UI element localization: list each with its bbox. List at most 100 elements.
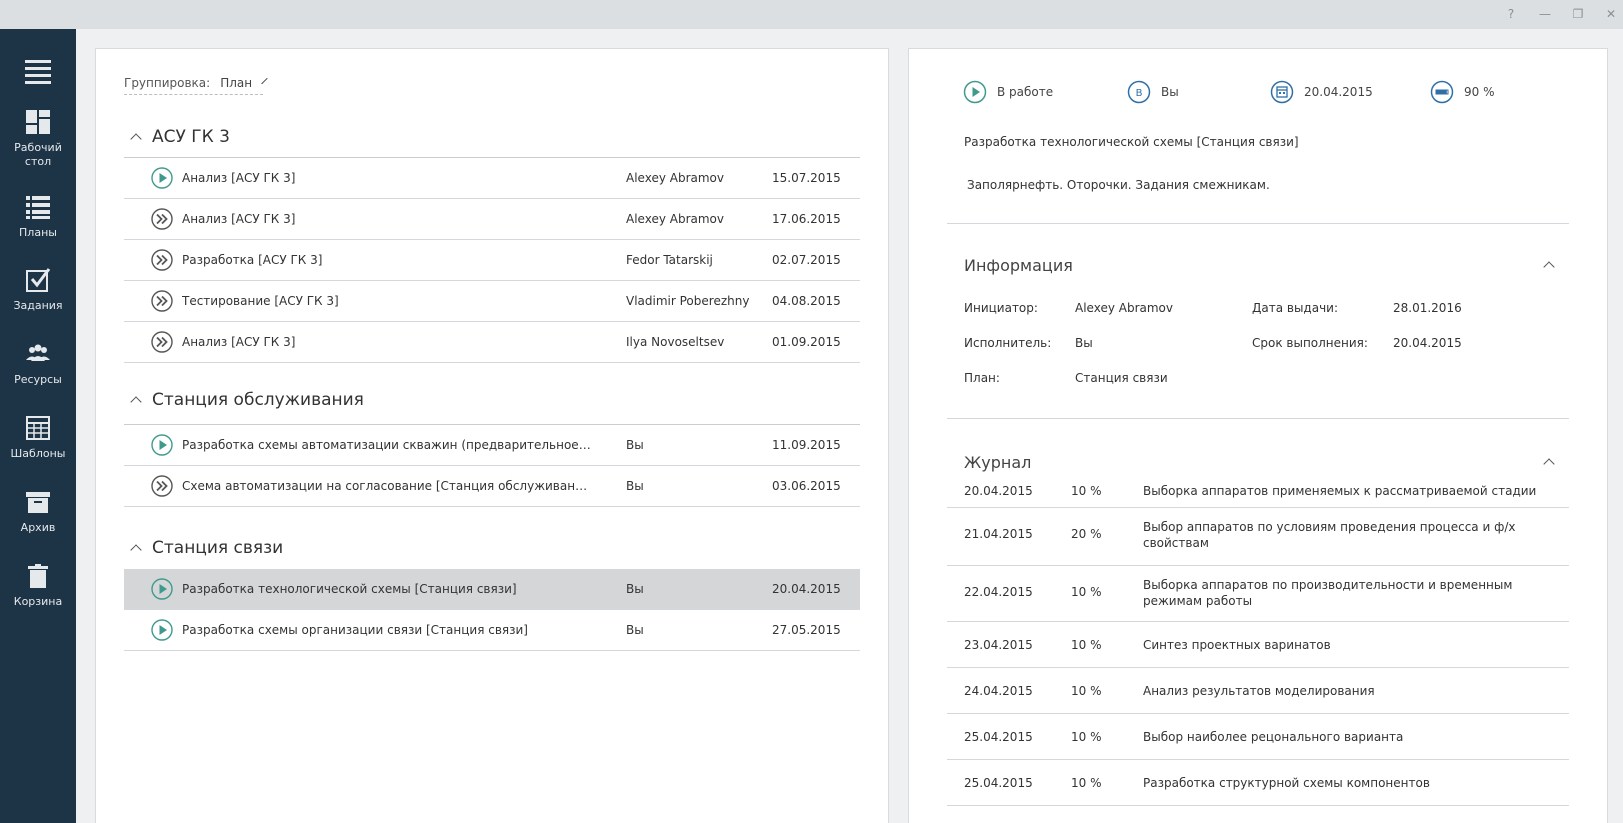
group-header[interactable]: Станция связи <box>124 528 860 568</box>
task-row[interactable]: Схема автоматизации на согласование [Ста… <box>124 466 860 507</box>
people-icon <box>26 344 50 361</box>
journal-text: Выборка аппаратов по производительности … <box>1143 578 1513 608</box>
journal-date: 22.04.2015 <box>964 585 1033 599</box>
issued-label: Дата выдачи: <box>1252 301 1339 315</box>
task-row[interactable]: Анализ [АСУ ГК 3] Ilya Novoseltsev 01.09.2… <box>124 322 860 363</box>
help-icon[interactable]: ? <box>1502 6 1520 22</box>
task-user: Fedor Tatarskij <box>626 253 713 267</box>
plan-label: План: <box>964 371 1000 385</box>
executor-value: Вы <box>1075 336 1093 350</box>
journal-text: Разработка структурной схемы компонентов <box>1143 776 1430 790</box>
journal-text: Выбор аппаратов по условиям проведения п… <box>1143 520 1516 550</box>
task-date: 15.07.2015 <box>772 171 841 185</box>
journal-section-title: Журнал <box>964 453 1032 472</box>
task-user: Vladimir Poberezhny <box>626 294 750 308</box>
journal-percent: 10 % <box>1071 730 1102 744</box>
sidebar-item-label: Задания <box>13 299 63 312</box>
task-date: 03.06.2015 <box>772 479 841 493</box>
deadline-label: Срок выполнения: <box>1252 336 1368 350</box>
task-name: Разработка схемы автоматизации скважин (… <box>182 438 592 452</box>
sidebar-item-label: Рабочий стол <box>14 141 62 168</box>
maximize-icon[interactable]: ❐ <box>1569 6 1587 22</box>
task-user: Вы <box>626 582 644 596</box>
journal-date: 23.04.2015 <box>964 638 1033 652</box>
sidebar-item-label: Корзина <box>13 595 63 608</box>
sidebar-item-templates[interactable]: Шаблоны <box>0 415 76 461</box>
task-check-icon <box>26 268 51 292</box>
task-user: Вы <box>626 438 644 452</box>
task-user: Ilya Novoseltsev <box>626 335 725 349</box>
journal-percent: 10 % <box>1071 776 1102 790</box>
task-user: Вы <box>626 479 644 493</box>
task-row[interactable]: Разработка схемы организации связи [Стан… <box>124 610 860 651</box>
journal-date: 25.04.2015 <box>964 776 1033 790</box>
fast-forward-icon <box>151 249 173 271</box>
assignee-text: Вы <box>1161 85 1179 99</box>
minimize-icon[interactable]: — <box>1536 6 1554 22</box>
task-row[interactable]: Разработка схемы автоматизации скважин (… <box>124 425 860 466</box>
assignee-indicator[interactable]: В Вы <box>1127 79 1179 105</box>
journal-row: 24.04.2015 10 % Анализ результатов моделир… <box>947 668 1569 714</box>
task-name: Анализ [АСУ ГК 3] <box>182 171 296 185</box>
trash-icon <box>28 564 48 588</box>
group-header[interactable]: АСУ ГК 3 <box>124 117 860 157</box>
journal-text: Выборка аппаратов применяемых к рассматр… <box>1143 484 1537 498</box>
journal-text: Выбор наиболее рецонального варианта <box>1143 730 1404 744</box>
journal-percent: 20 % <box>1071 527 1102 541</box>
progress-icon <box>1430 80 1454 104</box>
journal-row: 23.04.2015 10 % Синтез проектных варинатов <box>947 622 1569 668</box>
progress-indicator[interactable]: 90 % <box>1430 79 1495 105</box>
task-row[interactable]: Тестирование [АСУ ГК 3] Vladimir Poberezh… <box>124 281 860 322</box>
sidebar: Рабочий стол Планы Задания Ресурсы Шабло… <box>0 29 76 823</box>
sidebar-item-archive[interactable]: Архив <box>0 489 76 535</box>
task-row[interactable]: Разработка [АСУ ГК 3] Fedor Tatarskij 02.0… <box>124 240 860 281</box>
sidebar-item-trash[interactable]: Корзина <box>0 563 76 609</box>
task-description: Заполярнефть. Оторочки. Задания смежника… <box>967 178 1270 192</box>
task-row[interactable]: Анализ [АСУ ГК 3] Alexey Abramov 17.06.201… <box>124 199 860 240</box>
collapse-icon <box>130 544 142 556</box>
journal-date: 21.04.2015 <box>964 527 1033 541</box>
collapse-icon[interactable] <box>1543 458 1555 470</box>
due-date-text: 20.04.2015 <box>1304 85 1373 99</box>
group-title: АСУ ГК 3 <box>152 127 230 147</box>
journal-row: 21.04.2015 20 % Выбор аппаратов по условия… <box>947 508 1569 566</box>
task-title: Разработка технологической схемы [Станци… <box>964 135 1299 149</box>
task-row[interactable]: Анализ [АСУ ГК 3] Alexey Abramov 15.07.201… <box>124 158 860 199</box>
journal-percent: 10 % <box>1071 585 1102 599</box>
initiator-label: Инициатор: <box>964 301 1038 315</box>
collapse-icon <box>130 133 142 145</box>
table-icon <box>26 416 50 440</box>
status-indicator[interactable]: В работе <box>963 79 1053 105</box>
task-user: Вы <box>626 623 644 637</box>
executor-label: Исполнитель: <box>964 336 1052 350</box>
group-header[interactable]: Станция обслуживания <box>124 380 860 420</box>
list-icon <box>26 196 50 219</box>
divider <box>947 418 1569 419</box>
play-icon <box>963 80 987 104</box>
close-icon[interactable]: ✕ <box>1602 6 1620 22</box>
initiator-value: Alexey Abramov <box>1075 301 1173 315</box>
sidebar-item-plans[interactable]: Планы <box>0 194 76 240</box>
sidebar-item-dashboard[interactable]: Рабочий стол <box>0 109 76 169</box>
grouping-selector[interactable]: Группировка: План <box>124 76 268 95</box>
journal-row: 25.04.2015 10 % Разработка структурной схе… <box>947 760 1569 806</box>
sidebar-item-resources[interactable]: Ресурсы <box>0 341 76 387</box>
due-date-indicator[interactable]: 20.04.2015 <box>1270 79 1373 105</box>
collapse-icon[interactable] <box>1543 261 1555 273</box>
task-name: Разработка технологической схемы [Станци… <box>182 582 517 596</box>
task-date: 02.07.2015 <box>772 253 841 267</box>
hamburger-menu-icon[interactable] <box>25 60 51 84</box>
sidebar-item-tasks[interactable]: Задания <box>0 267 76 313</box>
journal-date: 24.04.2015 <box>964 684 1033 698</box>
journal-percent: 10 % <box>1071 638 1102 652</box>
grouping-value: План <box>220 76 253 90</box>
divider <box>947 223 1569 224</box>
plan-value: Станция связи <box>1075 371 1168 385</box>
journal-percent: 10 % <box>1071 684 1102 698</box>
journal-row: 20.04.2015 10 % Выборка аппаратов применяе… <box>947 473 1569 508</box>
task-row[interactable]: Разработка технологической схемы [Станци… <box>124 569 860 610</box>
sidebar-item-label: Архив <box>20 521 56 534</box>
task-date: 17.06.2015 <box>772 212 841 226</box>
task-date: 20.04.2015 <box>772 582 841 596</box>
journal-row: 22.04.2015 10 % Выборка аппаратов по произ… <box>947 566 1569 622</box>
